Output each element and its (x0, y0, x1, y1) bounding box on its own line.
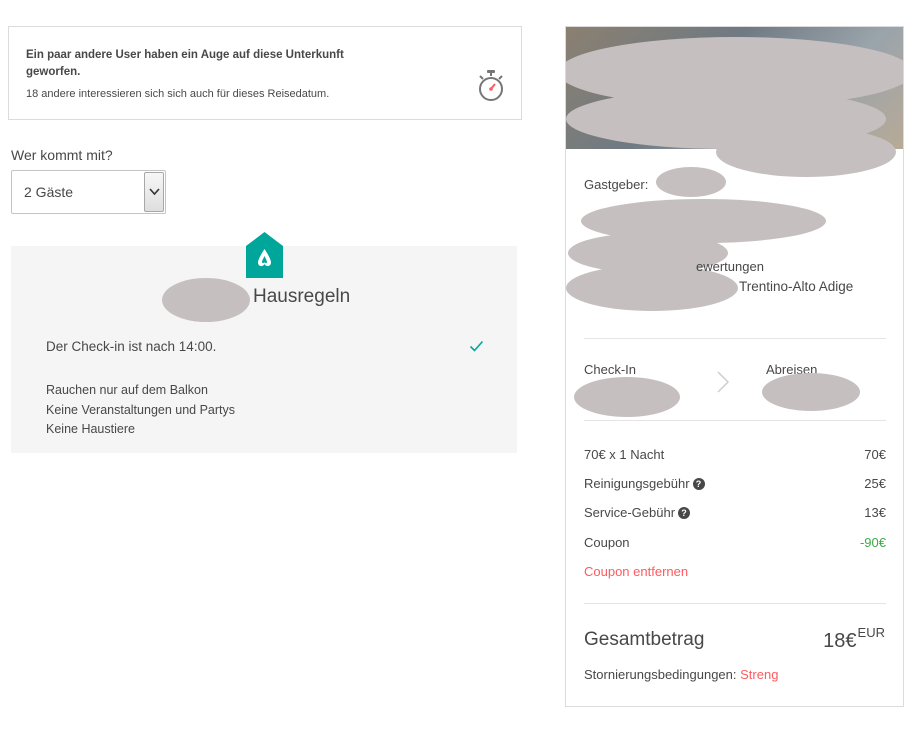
total-label: Gesamtbetrag (584, 629, 705, 650)
check-icon (469, 340, 484, 352)
host-label: Gastgeber: (584, 177, 649, 192)
divider (584, 338, 886, 339)
divider (584, 603, 886, 604)
booking-card: Gastgeber: ewertungen Trentino-Alto Adig… (565, 26, 904, 707)
house-rules-title: Hausregeln (253, 286, 351, 307)
price-label: 70€ x 1 Nacht (584, 447, 665, 462)
cancellation-policy-link[interactable]: Streng (740, 667, 778, 682)
checkin-label[interactable]: Check-In (584, 362, 636, 377)
help-icon[interactable]: ? (678, 507, 691, 519)
cancellation-label: Stornierungsbedingungen: (584, 667, 737, 682)
notice-text: 18 andere interessieren sich sich auch f… (26, 88, 330, 100)
chevron-right-icon (717, 371, 730, 393)
interest-notice: Ein paar andere User haben ein Auge auf … (8, 26, 522, 120)
cancellation-policy: Stornierungsbedingungen: Streng (584, 667, 778, 682)
price-amount: 70€ (864, 447, 886, 462)
price-label: Reinigungsgebühr (584, 476, 690, 491)
guest-select[interactable]: 2 Gäste (11, 170, 166, 214)
coupon-discount: -90€ (859, 535, 886, 550)
price-amount: 13€ (864, 505, 886, 520)
redacted-checkout-date (762, 373, 860, 411)
listing-location: Trentino-Alto Adige (739, 279, 854, 294)
chevron-down-icon[interactable] (144, 172, 164, 212)
divider (584, 420, 886, 421)
guest-label: Wer kommt mit? (11, 147, 113, 163)
help-icon[interactable]: ? (692, 478, 705, 490)
guest-select-value: 2 Gäste (24, 184, 74, 200)
rule-item: Rauchen nur auf dem Balkon (46, 383, 208, 397)
house-rules-list: Rauchen nur auf dem Balkon Keine Veranst… (46, 381, 235, 440)
checkin-rule: Der Check-in ist nach 14:00. (46, 339, 217, 354)
stopwatch-icon (479, 70, 503, 101)
price-label: Service-Gebühr (584, 505, 676, 520)
price-amount: 25€ (864, 476, 886, 491)
redaction-scribble (716, 127, 896, 177)
notice-title: Ein paar andere User haben ein Auge auf … (26, 49, 344, 78)
redaction-scribble (656, 167, 726, 197)
price-label: Coupon (584, 535, 630, 550)
remove-coupon-link[interactable]: Coupon entfernen (584, 564, 688, 579)
airbnb-logo-icon (246, 232, 283, 278)
currency-code: EUR (857, 625, 885, 640)
redacted-host-name (162, 278, 250, 322)
total-amount: 18€EUR (823, 625, 885, 653)
redacted-checkin-date (574, 377, 680, 417)
rule-item: Keine Haustiere (46, 422, 135, 436)
rule-item: Keine Veranstaltungen und Partys (46, 402, 236, 417)
reviews-count[interactable]: ewertungen (696, 259, 764, 274)
total-value: 18€ (823, 630, 857, 652)
